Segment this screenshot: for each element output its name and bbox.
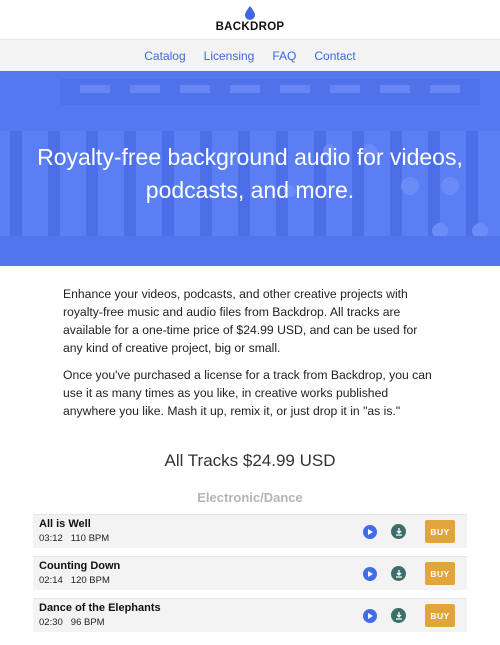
buy-button[interactable]: BUY bbox=[425, 604, 455, 627]
play-icon[interactable] bbox=[363, 567, 377, 581]
buy-button[interactable]: BUY bbox=[425, 520, 455, 543]
site-header: BACKDROP Catalog Licensing FAQ Contact bbox=[0, 0, 500, 71]
track-list: All is Well 03:12 110 BPM BUY Counting Do… bbox=[33, 514, 467, 632]
track-title: All is Well bbox=[39, 518, 91, 530]
track-title: Dance of the Elephants bbox=[39, 602, 161, 614]
download-icon[interactable] bbox=[391, 524, 406, 539]
track-bpm: 96 BPM bbox=[70, 617, 105, 628]
track-duration: 02:14 bbox=[39, 575, 63, 586]
all-tracks-heading: All Tracks $24.99 USD bbox=[164, 451, 336, 470]
buy-button[interactable]: BUY bbox=[425, 562, 455, 585]
track-duration: 03:12 bbox=[39, 533, 63, 544]
hero-title: Royalty-free background audio for videos… bbox=[37, 144, 463, 203]
track-title: Counting Down bbox=[39, 560, 121, 572]
nav-faq[interactable]: FAQ bbox=[272, 49, 296, 63]
track-meta: 02:14 120 BPM bbox=[39, 575, 110, 586]
nav-licensing[interactable]: Licensing bbox=[204, 49, 255, 63]
intro-section: Enhance your videos, podcasts, and other… bbox=[63, 285, 437, 420]
download-icon[interactable] bbox=[391, 608, 406, 623]
download-icon[interactable] bbox=[391, 566, 406, 581]
play-icon[interactable] bbox=[363, 525, 377, 539]
play-icon[interactable] bbox=[363, 609, 377, 623]
track-row: All is Well 03:12 110 BPM BUY bbox=[33, 514, 467, 548]
brand[interactable]: BACKDROP bbox=[0, 0, 500, 39]
intro-paragraph: Enhance your videos, podcasts, and other… bbox=[63, 287, 418, 355]
track-row: Counting Down 02:14 120 BPM BUY bbox=[33, 556, 467, 590]
nav-contact[interactable]: Contact bbox=[314, 49, 355, 63]
track-bpm: 110 BPM bbox=[70, 533, 110, 544]
track-duration: 02:30 bbox=[39, 617, 63, 628]
hero-banner: Royalty-free background audio for videos… bbox=[0, 71, 500, 266]
track-meta: 02:30 96 BPM bbox=[39, 617, 105, 628]
track-bpm: 120 BPM bbox=[70, 575, 110, 586]
water-drop-icon bbox=[245, 6, 255, 20]
track-meta: 03:12 110 BPM bbox=[39, 533, 109, 544]
category-heading: Electronic/Dance bbox=[197, 490, 303, 505]
track-row: Dance of the Elephants 02:30 96 BPM BUY bbox=[33, 598, 467, 632]
nav-catalog[interactable]: Catalog bbox=[144, 49, 185, 63]
intro-paragraph: Once you've purchased a license for a tr… bbox=[63, 368, 432, 418]
main-nav: Catalog Licensing FAQ Contact bbox=[0, 39, 500, 71]
brand-logo-text: BACKDROP bbox=[215, 21, 285, 33]
